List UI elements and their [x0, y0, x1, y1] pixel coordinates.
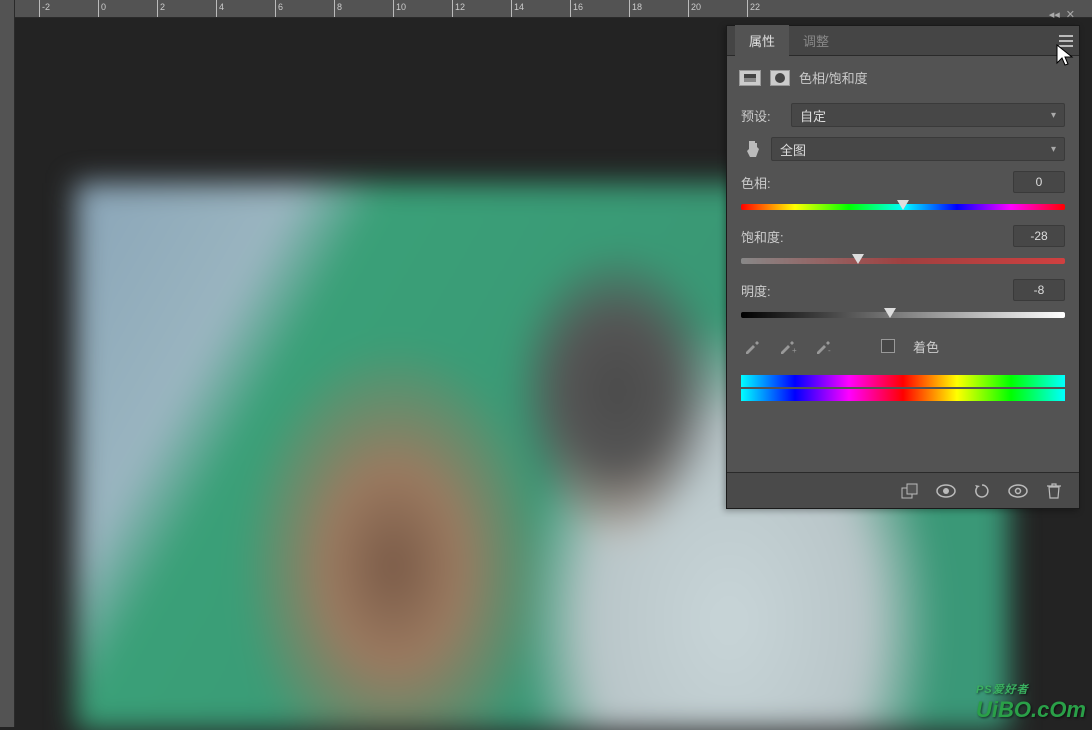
ruler-tick: 10 [393, 0, 394, 18]
eyedropper-minus-icon[interactable]: - [813, 335, 835, 357]
ruler-tick: 18 [629, 0, 630, 18]
lightness-slider[interactable] [741, 307, 1065, 321]
hue-value-input[interactable]: 0 [1013, 171, 1065, 193]
collapse-icon[interactable]: ◂◂ [1049, 8, 1060, 21]
ruler-tick: 2 [157, 0, 158, 18]
ruler-tick: 22 [747, 0, 748, 18]
panel-tabs: 属性 调整 [727, 26, 1079, 56]
saturation-label: 饱和度: [741, 227, 784, 246]
panel-window-controls: ◂◂ ✕ [1049, 8, 1075, 21]
saturation-value-input[interactable]: -28 [1013, 225, 1065, 247]
lightness-label: 明度: [741, 281, 771, 300]
saturation-slider[interactable] [741, 253, 1065, 267]
chevron-down-icon: ▾ [1051, 144, 1056, 155]
hue-label: 色相: [741, 173, 771, 192]
spectrum-bars [741, 375, 1065, 401]
saturation-rail [741, 258, 1065, 264]
saturation-thumb[interactable] [852, 254, 864, 264]
adjustment-title: 色相/饱和度 [799, 68, 868, 87]
watermark: PS爱好者 UiBO.cOm [976, 681, 1086, 723]
ruler-horizontal: (function(){ const d = JSON.parse(docume… [15, 0, 1092, 18]
ruler-tick: 8 [334, 0, 335, 18]
watermark-subtitle: PS爱好者 [976, 681, 1086, 697]
chevron-down-icon: ▾ [1051, 110, 1056, 121]
ruler-tick: 4 [216, 0, 217, 18]
ruler-tick: 14 [511, 0, 512, 18]
eyedropper-row: + - 着色 [741, 335, 1065, 357]
saturation-slider-block: 饱和度: -28 [741, 225, 1065, 267]
ruler-vertical [0, 0, 15, 727]
svg-text:+: + [792, 346, 797, 355]
panel-menu-icon[interactable] [1059, 34, 1073, 52]
mask-icon[interactable] [769, 69, 791, 87]
panel-footer [727, 472, 1079, 508]
adjustment-header: 色相/饱和度 [727, 56, 1079, 99]
properties-panel: ◂◂ ✕ 属性 调整 色相/饱和度 预设: 自定 ▾ 全图 ▾ [726, 25, 1080, 509]
tab-properties[interactable]: 属性 [735, 25, 789, 56]
ruler-tick: 12 [452, 0, 453, 18]
channel-select[interactable]: 全图 ▾ [771, 137, 1065, 161]
lightness-slider-block: 明度: -8 [741, 279, 1065, 321]
tab-adjustments[interactable]: 调整 [789, 25, 843, 56]
visibility-icon[interactable] [1003, 478, 1033, 504]
clip-to-layer-icon[interactable] [895, 478, 925, 504]
ruler-tick: 0 [98, 0, 99, 18]
ruler-tick: 16 [570, 0, 571, 18]
ruler-tick: 6 [275, 0, 276, 18]
spectrum-bar-bottom [741, 389, 1065, 401]
eyedropper-icon[interactable] [741, 335, 763, 357]
ruler-tick: 20 [688, 0, 689, 18]
preset-select[interactable]: 自定 ▾ [791, 103, 1065, 127]
spectrum-bar-top [741, 375, 1065, 387]
colorize-checkbox[interactable] [881, 339, 895, 353]
eyedropper-plus-icon[interactable]: + [777, 335, 799, 357]
panel-body: 预设: 自定 ▾ 全图 ▾ 色相: 0 [727, 99, 1079, 472]
svg-text:-: - [828, 346, 831, 355]
adjustment-type-icon [739, 69, 761, 87]
lightness-value-input[interactable]: -8 [1013, 279, 1065, 301]
preset-value: 自定 [800, 106, 826, 125]
hue-slider-block: 色相: 0 [741, 171, 1065, 213]
colorize-label: 着色 [913, 337, 939, 356]
trash-icon[interactable] [1039, 478, 1069, 504]
hue-slider[interactable] [741, 199, 1065, 213]
hue-thumb[interactable] [897, 200, 909, 210]
ruler-tick: -2 [39, 0, 40, 18]
lightness-rail [741, 312, 1065, 318]
watermark-main: UiBO.cOm [976, 697, 1086, 722]
close-icon[interactable]: ✕ [1066, 8, 1075, 21]
reset-icon[interactable] [967, 478, 997, 504]
targeted-adjustment-tool-icon[interactable] [741, 138, 763, 160]
channel-value: 全图 [780, 140, 806, 159]
lightness-thumb[interactable] [884, 308, 896, 318]
preset-label: 预设: [741, 106, 783, 125]
view-previous-state-icon[interactable] [931, 478, 961, 504]
